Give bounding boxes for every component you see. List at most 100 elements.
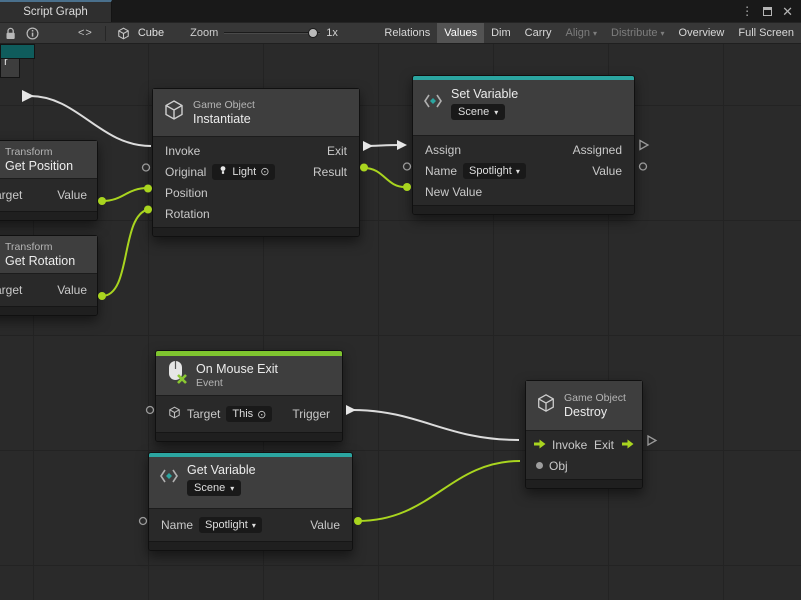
graph-canvas[interactable]: r Transform Get Position Target Value Tr… — [0, 44, 801, 600]
setvariable-value-output-port[interactable] — [640, 163, 647, 170]
zoom-label: Zoom — [190, 27, 218, 39]
relations-button[interactable]: Relations — [377, 23, 437, 43]
distribute-button[interactable]: Distribute▾ — [604, 23, 671, 43]
assigned-output-port[interactable] — [640, 141, 648, 150]
node-get-rotation[interactable]: Transform Get Rotation Target Value — [0, 235, 98, 316]
zoom-slider-knob[interactable] — [308, 28, 318, 38]
fullscreen-button[interactable]: Full Screen — [731, 23, 801, 43]
destroy-exit-output-port[interactable] — [648, 436, 656, 445]
assign-port-arrow[interactable] — [397, 140, 407, 150]
port-label-exit: Exit — [327, 144, 347, 158]
port-label-value: Value — [57, 188, 87, 202]
variable-name-dropdown[interactable]: Spotlight ▾ — [199, 517, 262, 533]
object-picker-icon[interactable]: ⊙ — [257, 408, 266, 421]
cube-icon — [112, 27, 135, 40]
node-subtitle: Event — [196, 377, 278, 389]
chevron-down-icon: ▾ — [252, 521, 256, 530]
object-field-this[interactable]: This ⊙ — [226, 406, 272, 422]
object-picker-icon[interactable]: ⊙ — [260, 165, 269, 178]
variable-icon — [423, 92, 443, 115]
value-output-port[interactable] — [98, 292, 106, 300]
wire-result-to-newvalue[interactable] — [364, 168, 405, 187]
port-label-invoke: Invoke — [552, 438, 587, 452]
node-title: On Mouse Exit — [196, 362, 278, 376]
value-output-port[interactable] — [354, 517, 362, 525]
port-label-value: Value — [592, 164, 622, 178]
newvalue-input-port[interactable] — [403, 183, 411, 191]
variable-scope-dropdown[interactable]: Scene ▾ — [451, 104, 505, 120]
wire-event-to-invoke[interactable] — [30, 96, 151, 146]
variable-icon — [159, 467, 179, 490]
port-label-trigger: Trigger — [292, 407, 330, 421]
graph-object-name: Cube — [138, 27, 164, 39]
setvariable-name-input-port[interactable] — [404, 163, 411, 170]
variable-scope-dropdown[interactable]: Scene ▾ — [187, 480, 241, 496]
result-output-port[interactable] — [360, 164, 368, 172]
port-label-name: Name — [161, 518, 193, 532]
rotation-input-port[interactable] — [144, 206, 152, 214]
port-label-obj: Obj — [549, 459, 568, 473]
node-set-variable[interactable]: Set Variable Scene ▾ Assign Assigned Nam… — [412, 75, 635, 215]
edit-graph-icon[interactable]: <> — [72, 27, 99, 39]
mouseexit-target-input-port[interactable] — [147, 407, 154, 414]
port-label-assigned: Assigned — [573, 143, 622, 157]
carry-button[interactable]: Carry — [518, 23, 559, 43]
flow-out-arrow-icon[interactable] — [622, 438, 634, 452]
mouse-icon — [166, 360, 188, 391]
trigger-port-arrow[interactable] — [346, 405, 356, 415]
align-button[interactable]: Align▾ — [559, 23, 604, 43]
node-title: Destroy — [564, 405, 626, 419]
wire-getrotation-to-rotation[interactable] — [102, 210, 148, 297]
wire-getposition-to-position[interactable] — [102, 188, 148, 201]
port-label-original: Original — [165, 165, 206, 179]
offscreen-variable-node-fragment[interactable] — [0, 44, 35, 59]
variable-name-dropdown[interactable]: Spotlight ▾ — [463, 163, 526, 179]
getvariable-name-input-port[interactable] — [140, 518, 147, 525]
wire-exit-to-assign[interactable] — [363, 145, 400, 146]
port-label-target: Target — [0, 188, 22, 202]
chevron-down-icon: ▾ — [593, 29, 597, 38]
node-instantiate[interactable]: Game Object Instantiate Invoke Exit Orig… — [152, 88, 360, 237]
node-title: Get Rotation — [5, 254, 75, 268]
wire-arrowhead — [22, 90, 34, 102]
zoom-slider[interactable] — [224, 27, 320, 39]
game-object-icon — [163, 99, 185, 126]
node-title: Get Variable — [187, 463, 256, 477]
port-label-exit: Exit — [594, 438, 614, 452]
dim-button[interactable]: Dim — [484, 23, 518, 43]
port-label-target: Target — [0, 283, 22, 297]
node-title: Instantiate — [193, 112, 255, 126]
info-icon[interactable] — [21, 27, 44, 40]
graph-toolbar: <> Cube Zoom 1x Relations Values Dim Car… — [0, 22, 801, 44]
original-input-port[interactable] — [143, 164, 150, 171]
position-input-port[interactable] — [144, 185, 152, 193]
value-output-port[interactable] — [98, 197, 106, 205]
tab-title: Script Graph — [23, 6, 88, 18]
object-port-icon[interactable] — [536, 462, 543, 469]
object-field-light[interactable]: Light ⊙ — [212, 164, 275, 180]
window-maximize-icon[interactable] — [763, 7, 772, 16]
wire-trigger-to-invoke[interactable] — [352, 410, 519, 440]
zoom-slider-track[interactable] — [224, 32, 320, 34]
node-destroy[interactable]: Game Object Destroy Invoke Exit Obj — [525, 380, 643, 489]
port-label-target: Target — [187, 407, 220, 421]
lock-icon[interactable] — [0, 27, 21, 40]
overview-button[interactable]: Overview — [672, 23, 732, 43]
node-get-position[interactable]: Transform Get Position Target Value — [0, 140, 98, 221]
values-button[interactable]: Values — [437, 23, 484, 43]
window-menu-icon[interactable]: ⋮ — [741, 4, 753, 18]
node-get-variable[interactable]: Get Variable Scene ▾ Name Spotlight ▾ Va… — [148, 452, 353, 551]
tab-script-graph[interactable]: Script Graph — [0, 0, 112, 22]
node-title: Set Variable — [451, 87, 518, 101]
window-close-icon[interactable]: ✕ — [782, 5, 793, 18]
wire-getvariable-to-obj[interactable] — [358, 461, 520, 521]
exit-port-arrow[interactable] — [363, 141, 373, 151]
node-on-mouse-exit[interactable]: On Mouse Exit Event Target This ⊙ Trigge… — [155, 350, 343, 442]
port-label-name: Name — [425, 164, 457, 178]
flow-in-arrow-icon[interactable] — [534, 438, 546, 452]
toolbar-divider — [105, 26, 106, 41]
window-tab-bar: Script Graph ⋮ ✕ — [0, 0, 801, 22]
chevron-down-icon: ▾ — [494, 108, 498, 117]
node-title: Get Position — [5, 159, 73, 173]
chevron-down-icon: ▾ — [661, 29, 665, 38]
